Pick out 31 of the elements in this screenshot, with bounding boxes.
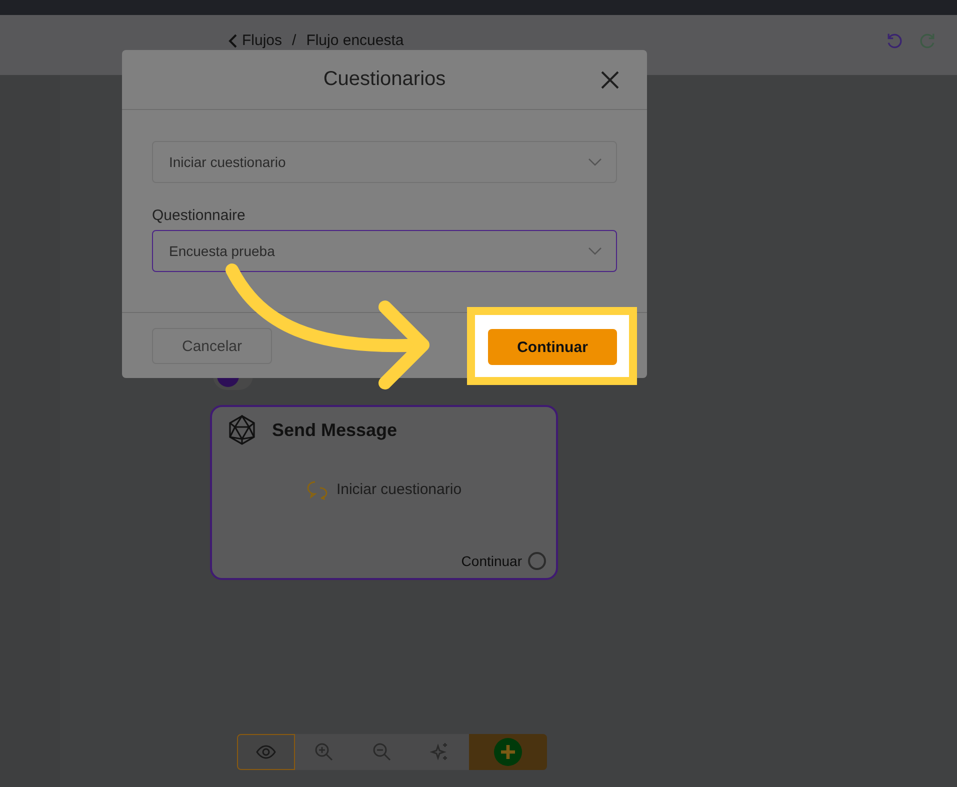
dropdown-field[interactable]: Encuesta prueba (152, 230, 617, 272)
breadcrumb-separator: / (292, 32, 296, 49)
dialog-title: Cuestionarios (323, 68, 446, 91)
close-icon (599, 69, 621, 91)
field-label: Questionnaire (152, 207, 246, 224)
output-label: Continuar (461, 553, 522, 569)
output-port[interactable] (528, 552, 546, 570)
node-action-label: Iniciar cuestionario (336, 481, 462, 498)
zoom-out-icon (372, 742, 392, 762)
add-button[interactable] (469, 734, 547, 770)
chat-bubbles-icon (306, 480, 328, 500)
breadcrumb-link[interactable]: Flujo encuesta (306, 32, 404, 49)
preview-button[interactable] (237, 734, 295, 770)
add-icon (494, 738, 522, 766)
sparkles-icon (430, 742, 450, 762)
flow-node-card[interactable]: Send Message Iniciar cuestionario Continuar (210, 405, 558, 580)
zoom-in-icon (314, 742, 334, 762)
magic-button[interactable] (411, 734, 469, 770)
back-chevron-icon (228, 34, 238, 48)
redo-icon[interactable] (919, 32, 937, 50)
undo-icon[interactable] (885, 32, 903, 50)
icosahedron-icon (228, 415, 256, 445)
zoom-in-button[interactable] (295, 734, 353, 770)
breadcrumb-link[interactable]: Flujos (228, 32, 282, 49)
chevron-down-icon (588, 247, 602, 255)
node-title: Send Message (272, 420, 398, 440)
continue-button[interactable]: Continuar (488, 329, 617, 365)
chevron-down-icon (588, 158, 602, 166)
close-button[interactable] (599, 69, 621, 91)
cancel-button[interactable]: Cancelar (152, 328, 272, 364)
dropdown-field[interactable]: Iniciar cuestionario (152, 141, 617, 183)
